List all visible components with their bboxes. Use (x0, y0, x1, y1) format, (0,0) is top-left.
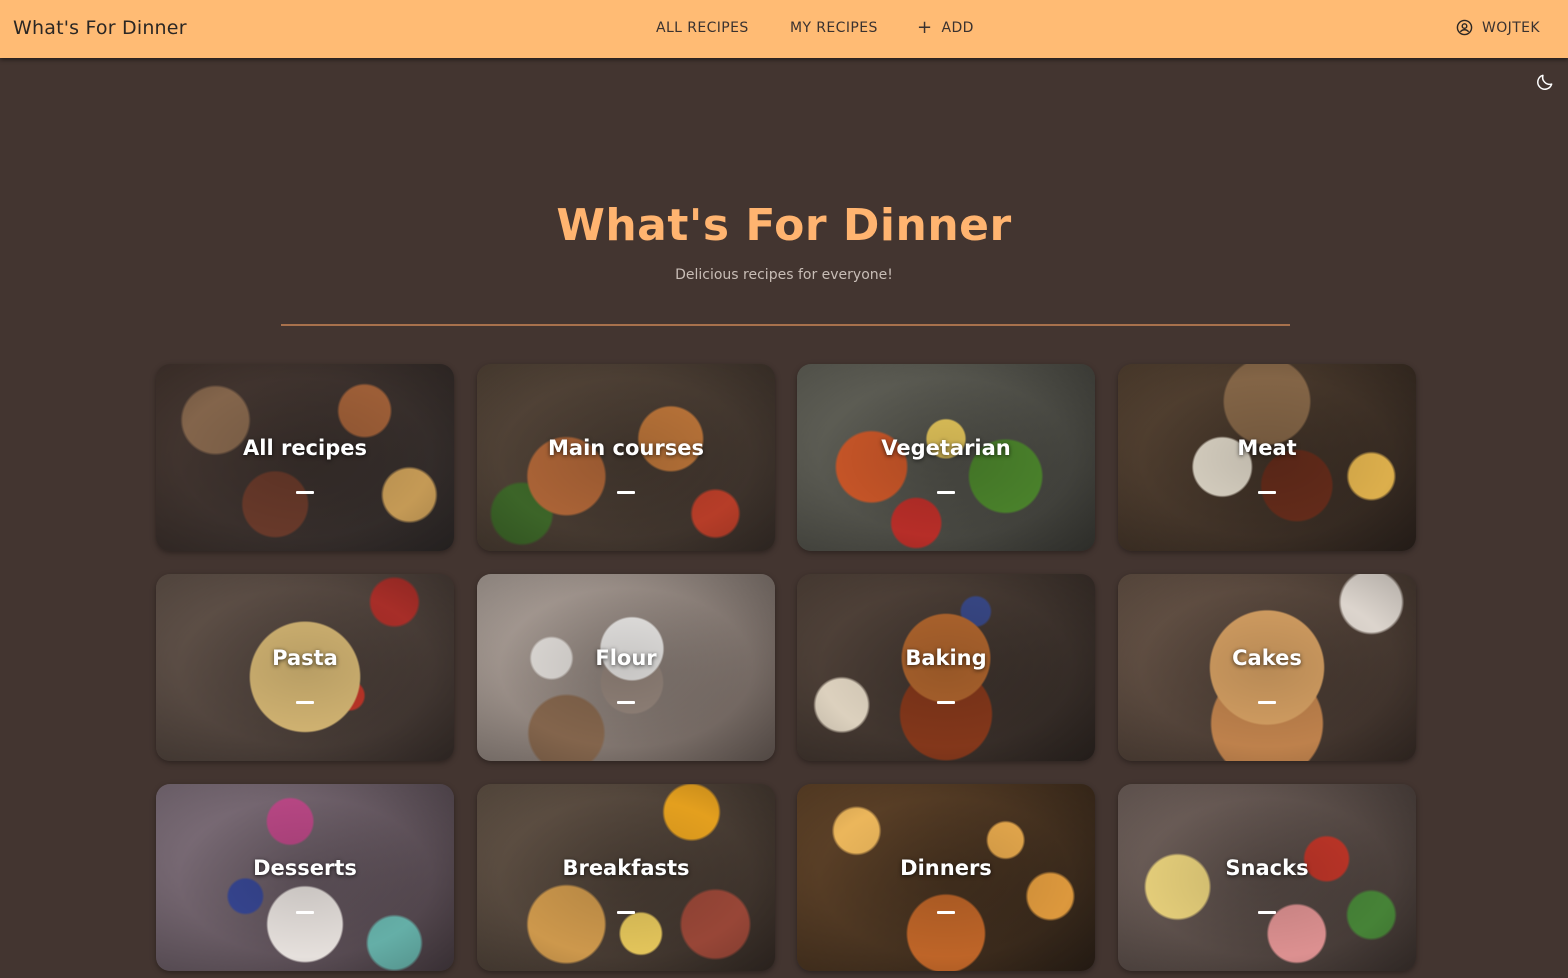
category-card-dinners[interactable]: Dinners (797, 784, 1095, 971)
category-underline (617, 491, 635, 494)
category-underline (296, 491, 314, 494)
theme-toggle-button[interactable] (1535, 72, 1555, 92)
category-label: Flour (595, 646, 657, 670)
category-label: Pasta (272, 646, 338, 670)
category-label: Baking (905, 646, 987, 670)
category-underline (617, 911, 635, 914)
category-card-all-recipes[interactable]: All recipes (156, 364, 454, 551)
category-underline (1258, 491, 1276, 494)
nav-my-recipes[interactable]: MY RECIPES (790, 20, 878, 36)
category-underline (1258, 701, 1276, 704)
category-card-meat[interactable]: Meat (1118, 364, 1416, 551)
nav-add[interactable]: + ADD (917, 17, 974, 38)
moon-icon (1537, 74, 1553, 90)
category-card-main-courses[interactable]: Main courses (477, 364, 775, 551)
category-label: Desserts (253, 856, 357, 880)
category-label: Dinners (900, 856, 992, 880)
page-subtitle: Delicious recipes for everyone! (675, 267, 893, 283)
category-card-pasta[interactable]: Pasta (156, 574, 454, 761)
nav-all-recipes[interactable]: ALL RECIPES (656, 20, 749, 36)
category-underline (937, 701, 955, 704)
category-label: Vegetarian (881, 436, 1011, 460)
category-underline (1258, 911, 1276, 914)
title-divider (281, 324, 1290, 326)
category-underline (296, 701, 314, 704)
top-navbar: What's For Dinner ALL RECIPES MY RECIPES… (0, 0, 1568, 58)
category-grid: All recipes Main courses Vegetarian Meat… (156, 364, 1416, 978)
category-card-vegetarian[interactable]: Vegetarian (797, 364, 1095, 551)
category-card-baking[interactable]: Baking (797, 574, 1095, 761)
category-card-flour[interactable]: Flour (477, 574, 775, 761)
category-underline (937, 911, 955, 914)
category-label: Snacks (1225, 856, 1309, 880)
plus-icon: + (917, 17, 933, 38)
account-circle-icon (1456, 19, 1473, 36)
category-card-snacks[interactable]: Snacks (1118, 784, 1416, 971)
category-label: Meat (1237, 436, 1297, 460)
brand-link[interactable]: What's For Dinner (13, 17, 187, 39)
category-card-cakes[interactable]: Cakes (1118, 574, 1416, 761)
category-underline (937, 491, 955, 494)
nav-add-label: ADD (941, 20, 974, 36)
user-menu[interactable]: WOJTEK (1456, 19, 1540, 36)
user-name: WOJTEK (1482, 19, 1540, 36)
category-card-breakfasts[interactable]: Breakfasts (477, 784, 775, 971)
category-underline (617, 701, 635, 704)
category-card-desserts[interactable]: Desserts (156, 784, 454, 971)
category-label: Cakes (1232, 646, 1302, 670)
category-underline (296, 911, 314, 914)
page-title: What's For Dinner (556, 200, 1012, 251)
category-label: All recipes (243, 436, 367, 460)
category-label: Main courses (548, 436, 704, 460)
category-label: Breakfasts (562, 856, 690, 880)
